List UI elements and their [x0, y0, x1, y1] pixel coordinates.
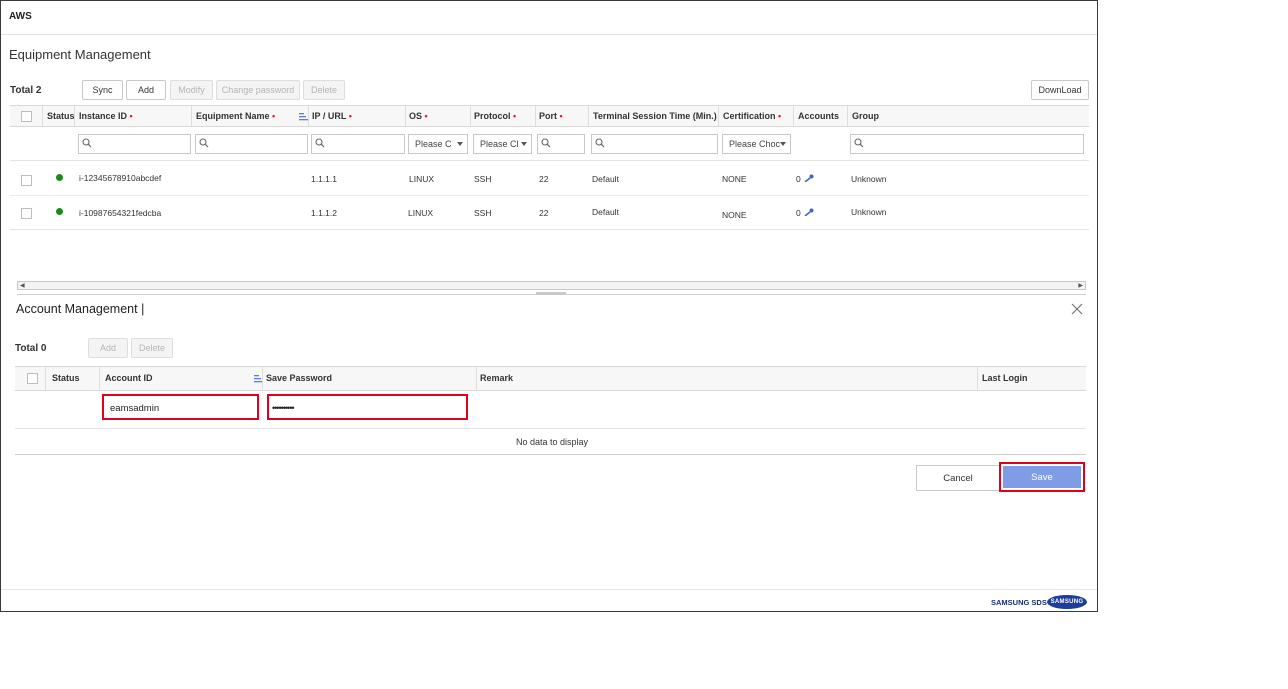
- select-all-accounts-checkbox[interactable]: [27, 373, 38, 384]
- col-account-status[interactable]: Status: [52, 373, 80, 383]
- col-group[interactable]: Group: [852, 111, 879, 121]
- filter-group[interactable]: [850, 134, 1084, 154]
- account-id-input[interactable]: eamsadmin: [102, 394, 259, 420]
- col-terminal-session-time[interactable]: Terminal Session Time (Min.): [593, 111, 717, 121]
- cell-os: LINUX: [409, 174, 435, 184]
- samsung-logo: SAMSUNG: [1047, 595, 1087, 609]
- key-icon[interactable]: [804, 208, 814, 216]
- horizontal-scrollbar[interactable]: ◀ ▶: [17, 281, 1086, 290]
- col-equipment-name[interactable]: Equipment Name •: [196, 111, 275, 121]
- status-online-indicator: [56, 174, 63, 181]
- cell-port: 22: [539, 174, 549, 184]
- col-certification[interactable]: Certification •: [723, 111, 781, 121]
- filter-session-time[interactable]: [591, 134, 718, 154]
- cell-ip: 1.1.1.2: [311, 208, 337, 218]
- add-equipment-button[interactable]: Add: [126, 80, 166, 100]
- add-account-button[interactable]: Add: [88, 338, 128, 358]
- col-instance-id[interactable]: Instance ID •: [79, 111, 133, 121]
- splitter-grip[interactable]: [536, 292, 566, 295]
- col-remark[interactable]: Remark: [480, 373, 513, 383]
- col-protocol[interactable]: Protocol •: [474, 111, 516, 121]
- close-icon[interactable]: [1071, 303, 1083, 315]
- filter-certification-select[interactable]: Please Choc: [722, 134, 791, 154]
- col-status[interactable]: Status: [47, 111, 75, 121]
- cell-port: 22: [539, 208, 549, 218]
- cell-os: LINUX: [408, 208, 434, 218]
- col-accounts[interactable]: Accounts: [798, 111, 839, 121]
- scroll-left-icon[interactable]: ◀: [20, 283, 25, 289]
- col-save-password[interactable]: Save Password: [266, 373, 332, 383]
- cancel-button[interactable]: Cancel: [916, 465, 1000, 491]
- filter-equipment-name[interactable]: [195, 134, 308, 154]
- equipment-total: Total 2: [10, 85, 42, 96]
- filter-ip-url[interactable]: [311, 134, 405, 154]
- col-account-id[interactable]: Account ID: [105, 373, 153, 383]
- cell-accounts-count: 0: [796, 208, 801, 218]
- col-os[interactable]: OS •: [409, 111, 428, 121]
- select-all-equipment-checkbox[interactable]: [21, 111, 32, 122]
- save-button[interactable]: Save: [1003, 466, 1081, 488]
- cell-protocol: SSH: [474, 174, 492, 184]
- chevron-down-icon: [780, 142, 786, 146]
- status-online-indicator: [56, 208, 63, 215]
- save-button-highlight: Save: [999, 462, 1085, 492]
- table-row[interactable]: [10, 196, 1089, 229]
- cell-instance-id: i-12345678910abcdef: [79, 173, 162, 183]
- app-window: AWS Equipment Management Total 2 Sync Ad…: [0, 0, 1098, 612]
- col-ip-url[interactable]: IP / URL •: [312, 111, 352, 121]
- key-icon[interactable]: [804, 174, 814, 182]
- cell-certification: NONE: [722, 210, 747, 220]
- download-button[interactable]: DownLoad: [1031, 80, 1089, 100]
- cell-accounts-count: 0: [796, 174, 801, 184]
- row-checkbox[interactable]: [21, 175, 32, 186]
- cell-certification: NONE: [722, 174, 747, 184]
- filter-protocol-select[interactable]: Please Cl: [473, 134, 532, 154]
- brand-text: SAMSUNG SDS: [991, 598, 1047, 607]
- search-icon: [595, 138, 605, 148]
- search-icon: [854, 138, 864, 148]
- filter-instance-id[interactable]: [78, 134, 191, 154]
- delete-account-button[interactable]: Delete: [131, 338, 173, 358]
- filter-os-select[interactable]: Please C: [408, 134, 468, 154]
- cell-group: Unknown: [851, 207, 887, 217]
- page-title: Equipment Management: [9, 47, 151, 62]
- table-row[interactable]: [10, 162, 1089, 195]
- search-icon: [541, 138, 551, 148]
- cell-ip: 1.1.1.1: [311, 174, 337, 184]
- password-value: ••••••••••: [272, 403, 294, 413]
- col-port[interactable]: Port •: [539, 111, 563, 121]
- cell-instance-id: i-10987654321fedcba: [79, 208, 162, 218]
- search-icon: [82, 138, 92, 148]
- delete-equipment-button[interactable]: Delete: [303, 80, 345, 100]
- modify-button[interactable]: Modify: [170, 80, 213, 100]
- account-total: Total 0: [15, 343, 47, 354]
- cell-session-time: Default: [592, 207, 619, 217]
- sort-icon[interactable]: [299, 112, 308, 121]
- cell-group: Unknown: [851, 174, 887, 184]
- save-password-input[interactable]: ••••••••••: [267, 394, 468, 420]
- search-icon: [315, 138, 325, 148]
- change-password-button[interactable]: Change password: [216, 80, 300, 100]
- col-last-login[interactable]: Last Login: [982, 373, 1028, 383]
- chevron-down-icon: [521, 142, 527, 146]
- search-icon: [199, 138, 209, 148]
- account-grid-header: [15, 366, 1086, 391]
- cell-protocol: SSH: [474, 208, 492, 218]
- filter-port[interactable]: [537, 134, 585, 154]
- cell-session-time: Default: [592, 174, 619, 184]
- row-checkbox[interactable]: [21, 208, 32, 219]
- app-title: AWS: [9, 11, 32, 22]
- empty-message: No data to display: [516, 437, 589, 447]
- account-section-title: Account Management |: [16, 302, 145, 316]
- header-divider: [1, 34, 1097, 35]
- scroll-right-icon[interactable]: ▶: [1078, 283, 1083, 289]
- chevron-down-icon: [457, 142, 463, 146]
- sync-button[interactable]: Sync: [82, 80, 123, 100]
- account-id-value: eamsadmin: [110, 403, 160, 414]
